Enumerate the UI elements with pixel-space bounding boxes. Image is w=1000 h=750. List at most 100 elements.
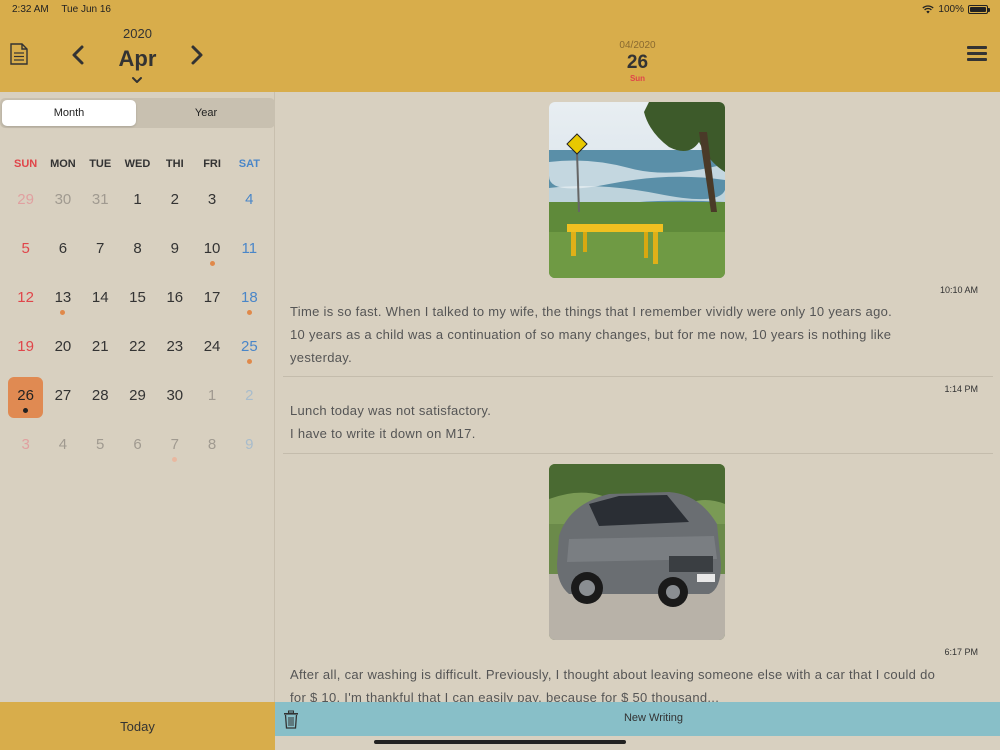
- entries-list[interactable]: 10:10 AM Time is so fast. When I talked …: [275, 92, 1000, 702]
- new-writing-button[interactable]: New Writing: [275, 712, 1000, 724]
- calendar-day-number: 29: [129, 387, 146, 404]
- calendar-day[interactable]: 6: [44, 228, 81, 277]
- calendar-day-number: 15: [129, 289, 146, 306]
- calendar-day-number: 2: [245, 387, 254, 404]
- calendar-day[interactable]: 4: [44, 424, 81, 473]
- entry-time: 1:14 PM: [944, 384, 978, 394]
- header-month-year: 04/2020: [619, 40, 656, 51]
- calendar-day[interactable]: 22: [119, 326, 156, 375]
- weekday-header: SUN MON TUE WED THI FRI SAT: [7, 158, 268, 170]
- calendar-day[interactable]: 5: [7, 228, 44, 277]
- calendar-day-number: 28: [91, 387, 109, 404]
- entry-photo-car[interactable]: [549, 464, 725, 640]
- calendar-day[interactable]: 9: [156, 228, 193, 277]
- calendar-day-number: 3: [21, 436, 30, 453]
- month-label[interactable]: Apr: [0, 46, 275, 72]
- year-label: 2020: [123, 26, 152, 41]
- calendar-day-number: 24: [203, 338, 221, 355]
- calendar-day-number: 4: [58, 436, 68, 453]
- calendar-day[interactable]: 11: [231, 228, 268, 277]
- calendar-day-number: 21: [91, 338, 109, 355]
- weekday-label: FRI: [203, 158, 221, 170]
- calendar-day-selected[interactable]: 26: [7, 375, 44, 424]
- calendar-day[interactable]: 1: [119, 179, 156, 228]
- calendar-day-number: 27: [54, 387, 72, 404]
- calendar-day[interactable]: 27: [44, 375, 81, 424]
- calendar-day[interactable]: 13: [44, 277, 81, 326]
- calendar-day[interactable]: 18: [231, 277, 268, 326]
- calendar-day[interactable]: 30: [44, 179, 81, 228]
- calendar-day[interactable]: 14: [82, 277, 119, 326]
- status-bar: 2:32 AM Tue Jun 16 100%: [0, 0, 1000, 18]
- chevron-down-icon[interactable]: [131, 75, 143, 85]
- calendar-day[interactable]: 16: [156, 277, 193, 326]
- calendar-day-number: 8: [207, 436, 217, 453]
- calendar-day[interactable]: 8: [193, 424, 230, 473]
- calendar-day-number: 9: [170, 240, 179, 257]
- calendar-day-number: 13: [54, 289, 72, 306]
- calendar-day[interactable]: 17: [193, 277, 230, 326]
- calendar-day[interactable]: 2: [156, 179, 193, 228]
- calendar-day[interactable]: 3: [193, 179, 230, 228]
- weekday-label: THI: [165, 158, 184, 170]
- today-button[interactable]: Today: [0, 702, 275, 750]
- segment-month[interactable]: Month: [2, 100, 136, 126]
- calendar-day[interactable]: 25: [231, 326, 268, 375]
- calendar-day[interactable]: 23: [156, 326, 193, 375]
- entry-text[interactable]: Time is so fast. When I talked to my wif…: [290, 300, 990, 369]
- home-indicator[interactable]: [374, 740, 626, 744]
- calendar-day[interactable]: 2: [231, 375, 268, 424]
- calendar-day[interactable]: 1: [193, 375, 230, 424]
- weekday-label: TUE: [89, 158, 112, 170]
- calendar-day-number: 31: [91, 191, 109, 208]
- segment-year[interactable]: Year: [139, 100, 273, 126]
- calendar-day-number: 4: [245, 191, 254, 208]
- entry-divider: [283, 376, 993, 377]
- calendar-grid: 29 30 31 1 2 3 4 5 6 7 8 9 10 11 12 13 14 15 16 17 18 19 20 21 2…: [7, 179, 268, 473]
- calendar-day-number: 7: [96, 240, 105, 257]
- calendar-day[interactable]: 31: [82, 179, 119, 228]
- calendar-day[interactable]: 19: [7, 326, 44, 375]
- entry-text-line: 10 years as a child was a continuation o…: [290, 327, 892, 342]
- calendar-day[interactable]: 3: [7, 424, 44, 473]
- calendar-day[interactable]: 20: [44, 326, 81, 375]
- calendar-day[interactable]: 8: [119, 228, 156, 277]
- calendar-day-number: 26: [17, 387, 34, 404]
- calendar-day[interactable]: 21: [82, 326, 119, 375]
- calendar-day[interactable]: 10: [193, 228, 230, 277]
- calendar-day[interactable]: 30: [156, 375, 193, 424]
- calendar-day[interactable]: 6: [119, 424, 156, 473]
- weekday-label: SUN: [14, 158, 38, 170]
- calendar-day[interactable]: 15: [119, 277, 156, 326]
- calendar-day-number: 12: [17, 289, 34, 306]
- calendar-day[interactable]: 7: [156, 424, 193, 473]
- calendar-day-number: 16: [166, 289, 184, 306]
- hamburger-menu-icon[interactable]: [967, 46, 987, 62]
- entry-text[interactable]: After all, car washing is difficult. Pre…: [290, 663, 990, 702]
- calendar-day-number: 23: [166, 338, 184, 355]
- calendar-day-number: 5: [96, 436, 105, 453]
- calendar-day-number: 3: [207, 191, 217, 208]
- calendar-day[interactable]: 24: [193, 326, 230, 375]
- next-month-button[interactable]: [187, 44, 207, 66]
- calendar-day[interactable]: 4: [231, 179, 268, 228]
- calendar-day-number: 6: [58, 240, 68, 257]
- entry-photo-bench[interactable]: [549, 102, 725, 278]
- calendar-day[interactable]: 29: [119, 375, 156, 424]
- calendar-day[interactable]: 7: [82, 228, 119, 277]
- calendar-day[interactable]: 29: [7, 179, 44, 228]
- entry-time: 10:10 AM: [939, 285, 978, 295]
- entry-indicator-dot: [172, 457, 178, 462]
- calendar-day[interactable]: 9: [231, 424, 268, 473]
- entry-indicator-dot: [246, 359, 252, 364]
- view-segmented-control: Month Year: [0, 98, 275, 128]
- entry-divider: [283, 453, 993, 454]
- weekday-label: SAT: [238, 158, 260, 170]
- calendar-day-number: 8: [133, 240, 142, 257]
- calendar-day[interactable]: 12: [7, 277, 44, 326]
- entry-text-line: I have to write it down on M17.: [290, 426, 476, 441]
- entry-text-line: Time is so fast. When I talked to my wif…: [290, 304, 893, 319]
- calendar-day[interactable]: 28: [82, 375, 119, 424]
- calendar-day[interactable]: 5: [82, 424, 119, 473]
- entry-text[interactable]: Lunch today was not satisfactory. I have…: [290, 399, 990, 445]
